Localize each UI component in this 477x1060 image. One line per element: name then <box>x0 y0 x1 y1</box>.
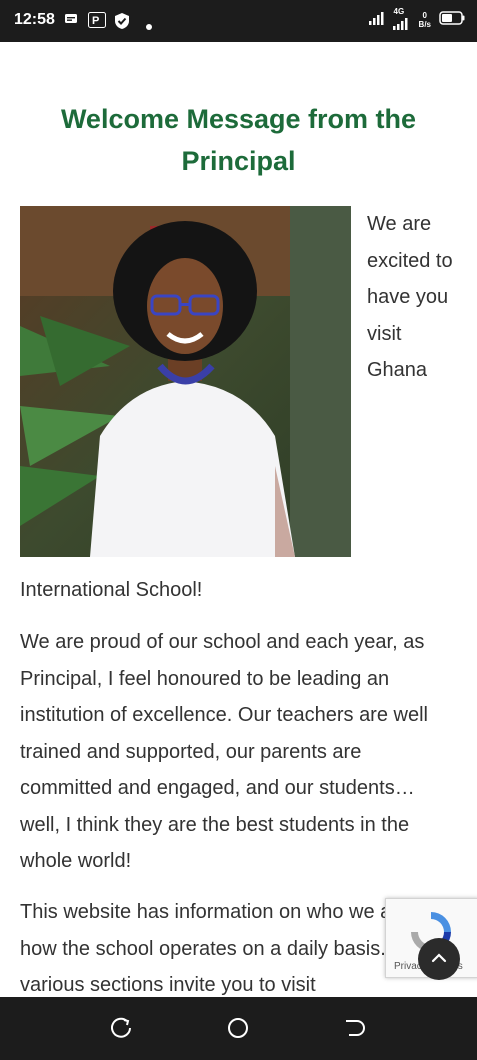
back-to-top-button[interactable] <box>418 938 460 980</box>
intro-text-continued: International School! <box>20 579 203 601</box>
battery-icon <box>439 10 465 30</box>
network-type: 4G <box>393 7 405 16</box>
shield-check-icon <box>114 12 130 35</box>
svg-text:P: P <box>92 15 99 27</box>
page-content: Welcome Message from the Principal We ar… <box>0 42 477 997</box>
page-title: Welcome Message from the Principal <box>60 104 417 176</box>
parking-app-icon: P <box>88 12 106 33</box>
home-circle-icon[interactable] <box>227 1017 249 1044</box>
notification-dot-icon <box>146 17 152 35</box>
signal-4g-icon: 4G <box>392 7 411 30</box>
paragraph-2: We are proud of our school and each year… <box>20 631 428 872</box>
status-time: 12:58 <box>14 11 55 28</box>
intro-text-wrapped: We are excited to have you visit Ghana <box>367 213 453 381</box>
signal-icon <box>368 11 385 30</box>
principal-photo <box>20 206 351 557</box>
data-speed-unit: B/s <box>418 20 431 29</box>
data-speed-value: 0 <box>422 11 427 20</box>
navigation-bar <box>0 997 477 1060</box>
back-icon[interactable] <box>343 1017 365 1044</box>
chevron-up-icon <box>431 950 447 968</box>
data-speed: 0 B/s <box>419 11 431 29</box>
message-icon <box>64 12 78 31</box>
recent-apps-icon[interactable] <box>111 1017 133 1044</box>
status-bar: 12:58 P 4G 0 B/s <box>0 0 477 42</box>
